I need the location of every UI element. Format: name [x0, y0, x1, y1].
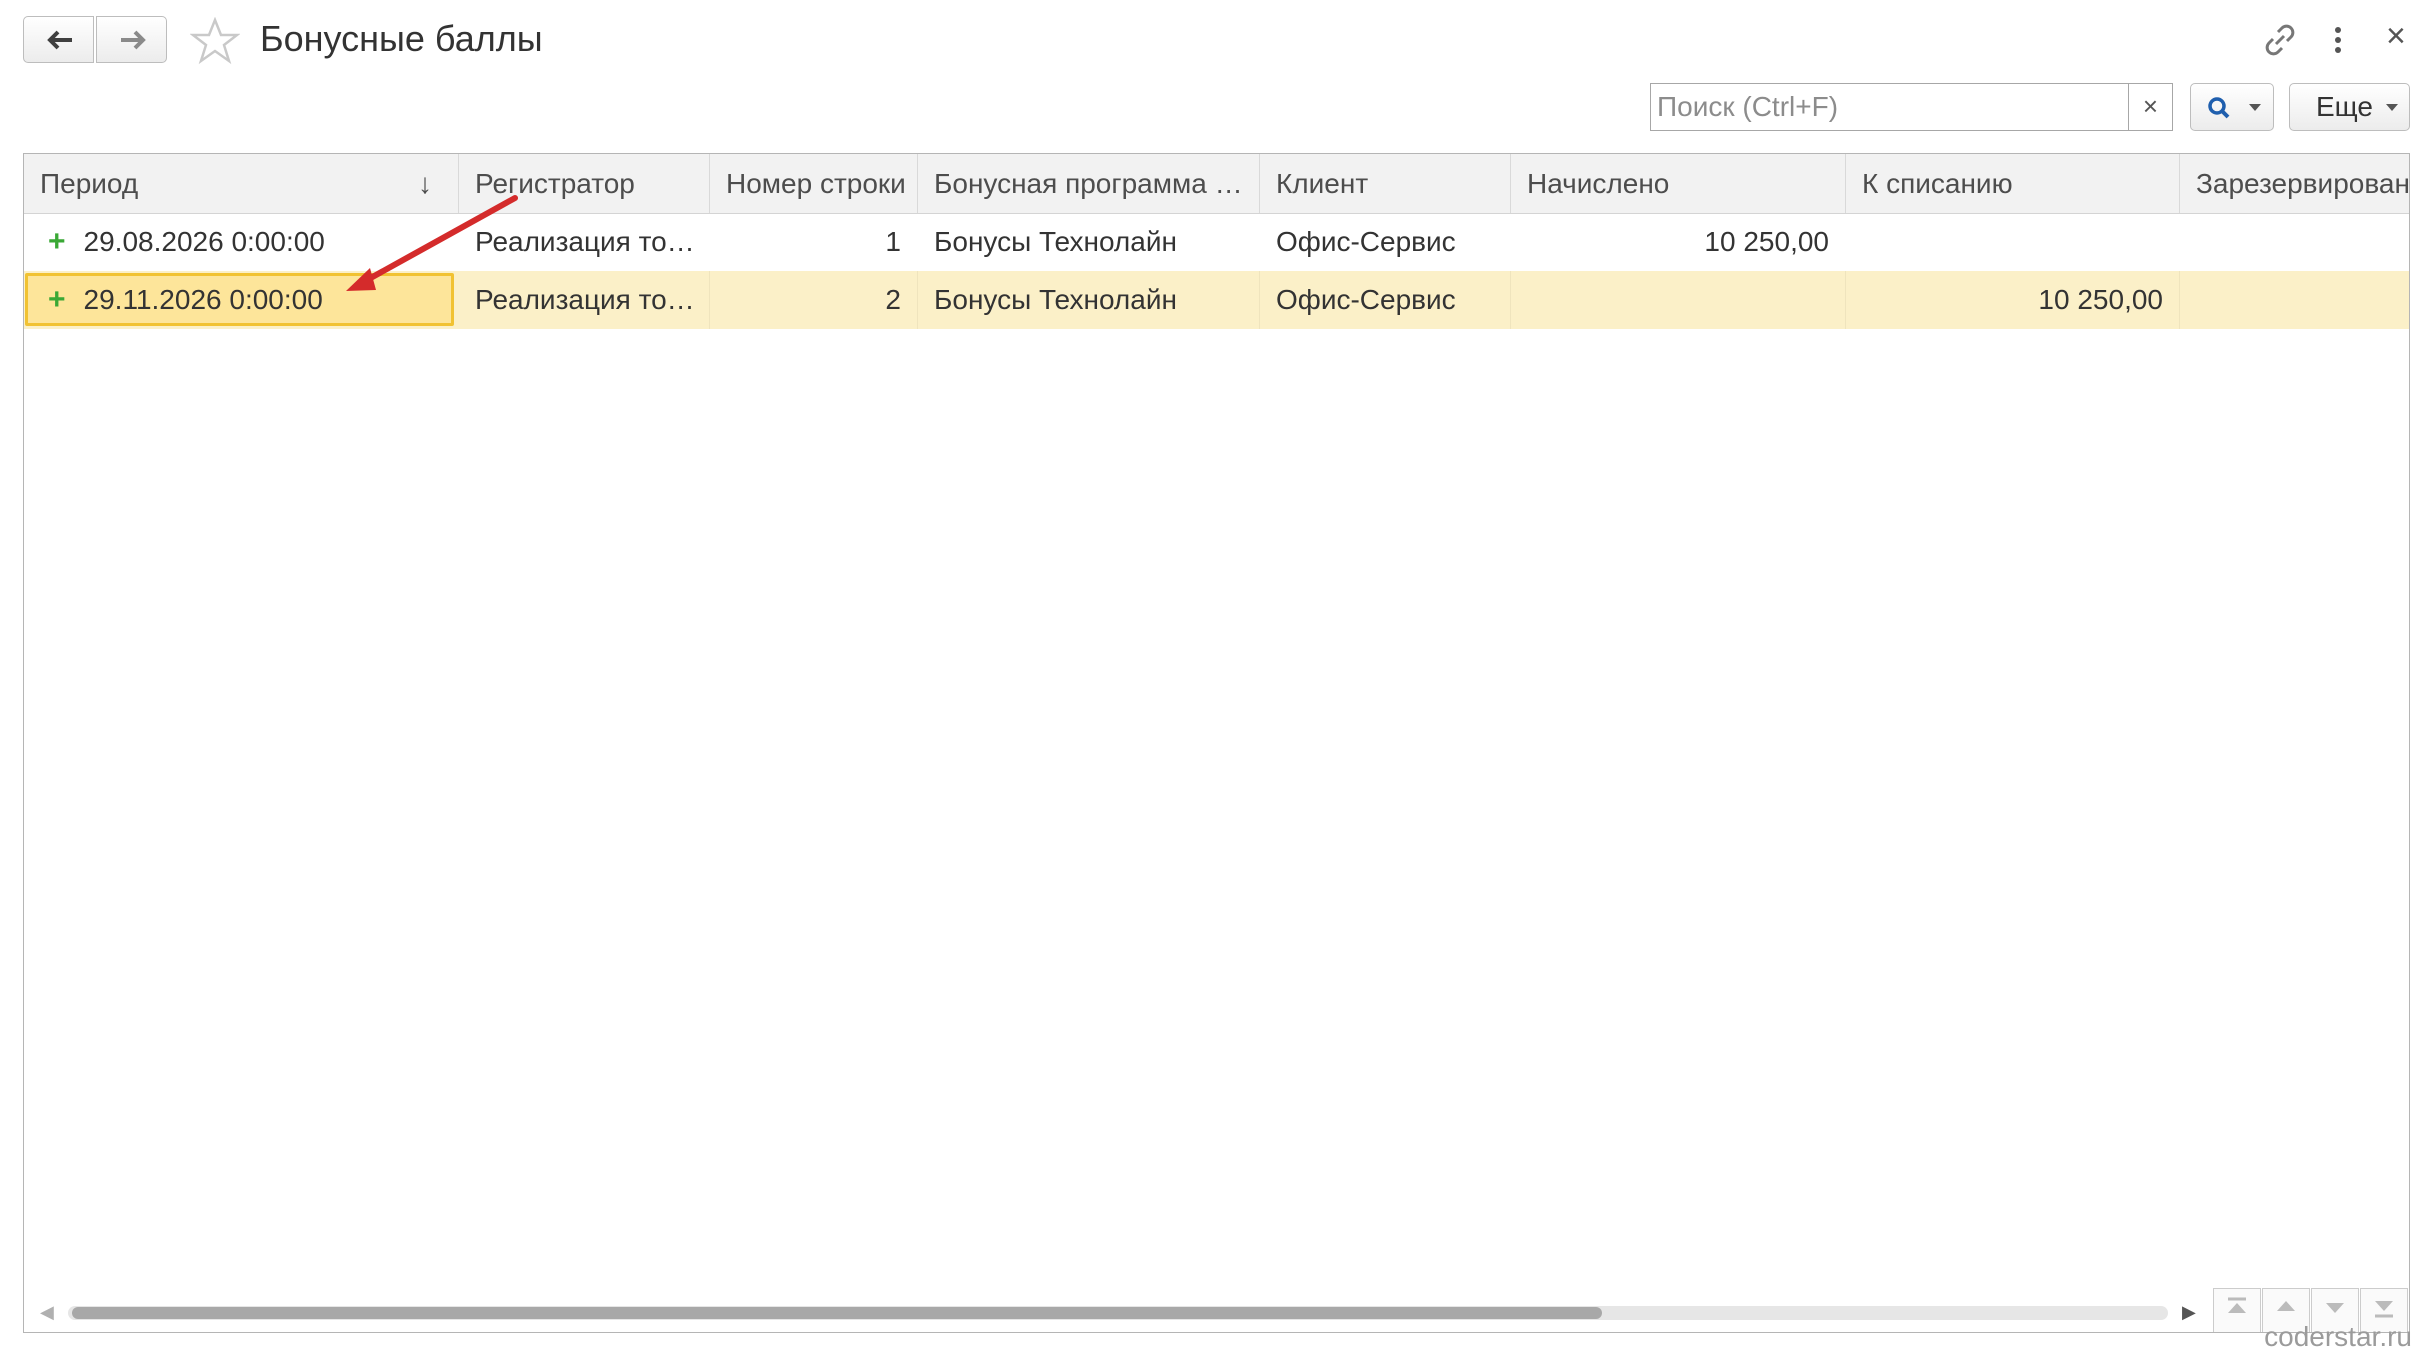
search-input[interactable]	[1651, 84, 2125, 130]
cell-to-write-off	[1846, 213, 2180, 271]
search-button[interactable]	[2190, 83, 2274, 131]
column-header-period[interactable]: Период ↓	[24, 154, 459, 213]
search-clear-button[interactable]: ×	[2128, 84, 2172, 130]
chevron-down-icon	[2249, 104, 2261, 111]
cell-accrued: 10 250,00	[1704, 226, 1829, 257]
scroll-left-icon[interactable]: ◀	[40, 1302, 54, 1323]
cell-line-number: 1	[885, 226, 901, 257]
table-header: Период ↓ Регистратор Номер строки Бонусн…	[24, 154, 2409, 214]
arrow-left-icon	[47, 30, 72, 50]
back-button[interactable]	[23, 16, 94, 63]
search-field[interactable]: ×	[1650, 83, 2173, 131]
horizontal-scrollbar[interactable]: ◀ ▶	[24, 1288, 2409, 1332]
column-header-client[interactable]: Клиент	[1260, 154, 1511, 213]
close-icon[interactable]: ×	[2386, 17, 2406, 56]
cell-period[interactable]: +29.11.2026 0:00:00	[24, 271, 459, 329]
cell-registrar: Реализация то…	[459, 271, 710, 329]
cell-client: Офис-Сервис	[1276, 226, 1456, 257]
cell-bonus-program: Бонусы Технолайн	[918, 271, 1260, 329]
column-header-to-write-off[interactable]: К списанию	[1846, 154, 2180, 213]
first-row-icon	[2228, 1297, 2246, 1313]
table-row[interactable]: +29.08.2026 0:00:00 Реализация то… 1 Бон…	[24, 213, 2409, 271]
cell-bonus-program: Бонусы Технолайн	[934, 226, 1177, 257]
more-button[interactable]: Еще	[2289, 83, 2410, 131]
column-header-registrar[interactable]: Регистратор	[459, 154, 710, 213]
column-header-bonus-program[interactable]: Бонусная программа …	[918, 154, 1260, 213]
cell-accrued	[1511, 271, 1846, 329]
data-table[interactable]: Период ↓ Регистратор Номер строки Бонусн…	[23, 153, 2410, 1333]
cell-reserved	[2180, 213, 2409, 271]
column-header-reserved[interactable]: Зарезервировано	[2180, 154, 2409, 213]
table-row-selected[interactable]: +29.11.2026 0:00:00 Реализация то… 2 Бон…	[24, 271, 2409, 329]
forward-button[interactable]	[96, 16, 167, 63]
star-icon[interactable]	[190, 17, 240, 65]
watermark: coderstar.ru	[2264, 1321, 2412, 1352]
scroll-right-icon[interactable]: ▶	[2182, 1302, 2196, 1323]
page-title: Бонусные баллы	[260, 18, 543, 59]
sort-desc-icon: ↓	[418, 168, 432, 199]
column-header-accrued[interactable]: Начислено	[1511, 154, 1846, 213]
column-header-line-number[interactable]: Номер строки	[710, 154, 918, 213]
more-button-label: Еще	[2316, 91, 2373, 122]
window-header: Бонусные баллы ×	[0, 0, 2434, 82]
cell-line-number: 2	[710, 271, 918, 329]
cell-client: Офис-Сервис	[1260, 271, 1511, 329]
plus-icon: +	[48, 283, 66, 316]
cell-registrar: Реализация то…	[475, 226, 695, 257]
arrow-right-icon	[121, 30, 146, 50]
magnifier-icon	[2208, 97, 2230, 119]
scrollbar-thumb[interactable]	[72, 1307, 1602, 1319]
kebab-menu-icon[interactable]	[2330, 22, 2346, 58]
plus-icon: +	[48, 225, 66, 258]
cell-period: +29.08.2026 0:00:00	[48, 225, 325, 258]
go-to-top-button[interactable]	[2213, 1288, 2261, 1332]
cell-reserved	[2180, 271, 2409, 329]
cell-to-write-off: 10 250,00	[1846, 271, 2180, 329]
chevron-down-icon	[2386, 104, 2398, 111]
link-icon[interactable]	[2262, 22, 2298, 58]
